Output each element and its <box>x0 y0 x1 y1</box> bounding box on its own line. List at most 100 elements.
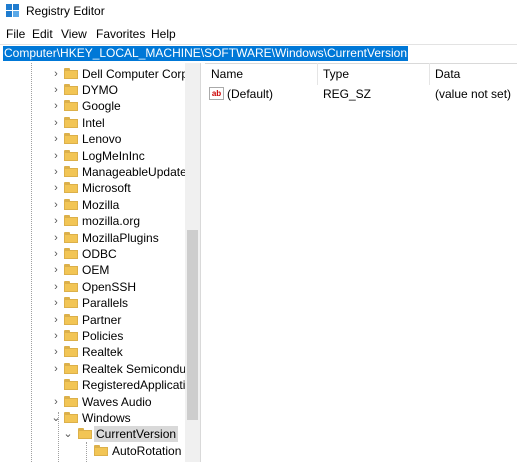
column-divider[interactable] <box>317 63 318 85</box>
address-path[interactable]: Computer\HKEY_LOCAL_MACHINE\SOFTWARE\Win… <box>3 46 409 61</box>
tree-item-mozilla[interactable]: › Mozilla <box>50 197 185 213</box>
chevron-right-icon[interactable]: › <box>50 149 62 163</box>
menu-file[interactable]: File <box>6 27 25 41</box>
folder-icon <box>64 396 78 407</box>
tree-item-realtek[interactable]: › Realtek <box>50 344 185 360</box>
tree-item-autorotation[interactable]: AutoRotation <box>80 443 185 459</box>
tree-item-label: ManageableUpdateP <box>82 165 195 179</box>
chevron-right-icon[interactable]: › <box>50 67 62 81</box>
tree-item-realtek-semiconductor[interactable]: › Realtek Semiconduct <box>50 361 195 377</box>
string-value-icon: ab <box>209 87 224 100</box>
tree-item-policies[interactable]: › Policies <box>50 328 185 344</box>
folder-icon <box>64 330 78 341</box>
chevron-right-icon[interactable]: › <box>50 214 62 228</box>
tree-item-label: Partner <box>82 313 122 327</box>
tree-item-parallels[interactable]: › Parallels <box>50 295 185 311</box>
chevron-right-icon[interactable]: › <box>50 181 62 195</box>
folder-icon <box>64 68 78 79</box>
chevron-right-icon[interactable]: › <box>50 198 62 212</box>
menu-edit[interactable]: Edit <box>32 27 53 41</box>
folder-icon <box>64 100 78 111</box>
tree-guide-line <box>31 63 32 462</box>
tree-item-openssh[interactable]: › OpenSSH <box>50 279 185 295</box>
column-divider[interactable] <box>429 63 430 85</box>
folder-icon <box>64 346 78 357</box>
registry-editor-icon <box>6 4 19 17</box>
chevron-right-icon[interactable]: › <box>50 313 62 327</box>
chevron-down-icon[interactable]: ⌄ <box>62 427 74 441</box>
chevron-right-icon[interactable]: › <box>50 231 62 245</box>
chevron-down-icon[interactable]: ⌄ <box>50 411 62 425</box>
tree-item-label: Waves Audio <box>82 395 152 409</box>
chevron-right-icon[interactable]: › <box>50 132 62 146</box>
tree-item-label: AutoRotation <box>112 444 182 458</box>
chevron-right-icon[interactable]: › <box>50 362 62 376</box>
tree-item-label: Lenovo <box>82 132 122 146</box>
column-header-type[interactable]: Type <box>323 67 349 81</box>
tree-item-label: RegisteredApplicatio <box>82 378 193 392</box>
tree-item-label: Realtek Semiconduct <box>82 362 196 376</box>
folder-open-icon <box>78 428 92 439</box>
tree-scrollbar[interactable] <box>185 63 200 462</box>
folder-icon <box>64 215 78 226</box>
tree-item-label: MozillaPlugins <box>82 231 159 245</box>
title-bar: Registry Editor <box>0 0 517 24</box>
tree-item-mozillaplugins[interactable]: › MozillaPlugins <box>50 230 185 246</box>
chevron-right-icon[interactable]: › <box>50 83 62 97</box>
folder-icon <box>64 297 78 308</box>
tree-item-label: mozilla.org <box>82 214 141 228</box>
menu-help[interactable]: Help <box>151 27 176 41</box>
chevron-right-icon[interactable]: › <box>50 99 62 113</box>
value-type: REG_SZ <box>323 87 372 101</box>
menu-favorites[interactable]: Favorites <box>96 27 145 41</box>
folder-icon <box>64 232 78 243</box>
tree-item-partner[interactable]: › Partner <box>50 312 185 328</box>
chevron-right-icon[interactable]: › <box>50 247 62 261</box>
chevron-right-icon[interactable]: › <box>50 263 62 277</box>
chevron-right-icon[interactable]: › <box>50 395 62 409</box>
tree-item-microsoft[interactable]: › Microsoft <box>50 180 185 196</box>
chevron-right-icon[interactable]: › <box>50 280 62 294</box>
tree-item-waves-audio[interactable]: › Waves Audio <box>50 394 185 410</box>
tree-item-registeredapplications[interactable]: RegisteredApplicatio <box>50 377 192 393</box>
chevron-right-icon[interactable]: › <box>50 296 62 310</box>
column-header-name[interactable]: Name <box>211 67 243 81</box>
folder-icon <box>64 379 78 390</box>
folder-icon <box>64 264 78 275</box>
tree-item-label: Policies <box>82 329 124 343</box>
tree-item-label: Google <box>82 99 121 113</box>
scroll-thumb[interactable] <box>187 230 198 420</box>
table-row[interactable]: ab (Default) REG_SZ (value not set) <box>205 85 517 103</box>
window-title: Registry Editor <box>26 4 105 18</box>
tree-item-intel[interactable]: › Intel <box>50 115 185 131</box>
chevron-right-icon[interactable]: › <box>50 165 62 179</box>
tree-item-dymo[interactable]: › DYMO <box>50 82 185 98</box>
tree-item-mozilla-org[interactable]: › mozilla.org <box>50 213 185 229</box>
menu-view[interactable]: View <box>61 27 87 41</box>
chevron-right-icon[interactable]: › <box>50 116 62 130</box>
tree-item-windows[interactable]: ⌄ Windows <box>50 410 185 426</box>
column-header-data[interactable]: Data <box>435 67 460 81</box>
tree-item-currentversion[interactable]: ⌄ CurrentVersion <box>62 426 185 442</box>
tree-item-manageableupdate[interactable]: › ManageableUpdateP <box>50 164 195 180</box>
chevron-right-icon[interactable]: › <box>50 345 62 359</box>
tree-item-logmeininc[interactable]: › LogMeInInc <box>50 148 185 164</box>
folder-icon <box>94 445 108 456</box>
tree-item-lenovo[interactable]: › Lenovo <box>50 131 185 147</box>
address-bar[interactable]: Computer\HKEY_LOCAL_MACHINE\SOFTWARE\Win… <box>0 44 517 64</box>
folder-icon <box>64 150 78 161</box>
tree-item-google[interactable]: › Google <box>50 98 185 114</box>
tree-item-label: Intel <box>82 116 105 130</box>
tree-item-dell[interactable]: › Dell Computer Corpo <box>50 66 195 82</box>
chevron-right-icon[interactable]: › <box>50 329 62 343</box>
tree-item-oem[interactable]: › OEM <box>50 262 185 278</box>
tree-item-label: Dell Computer Corpo <box>82 67 195 81</box>
tree-item-label: Parallels <box>82 296 129 310</box>
folder-icon <box>64 182 78 193</box>
value-data: (value not set) <box>435 87 512 101</box>
tree-item-odbc[interactable]: › ODBC <box>50 246 185 262</box>
tree-item-label: Realtek <box>82 345 123 359</box>
values-pane[interactable]: Name Type Data ab (Default) REG_SZ (valu… <box>205 63 517 462</box>
folder-icon <box>64 248 78 259</box>
tree-item-label: Microsoft <box>82 181 131 195</box>
